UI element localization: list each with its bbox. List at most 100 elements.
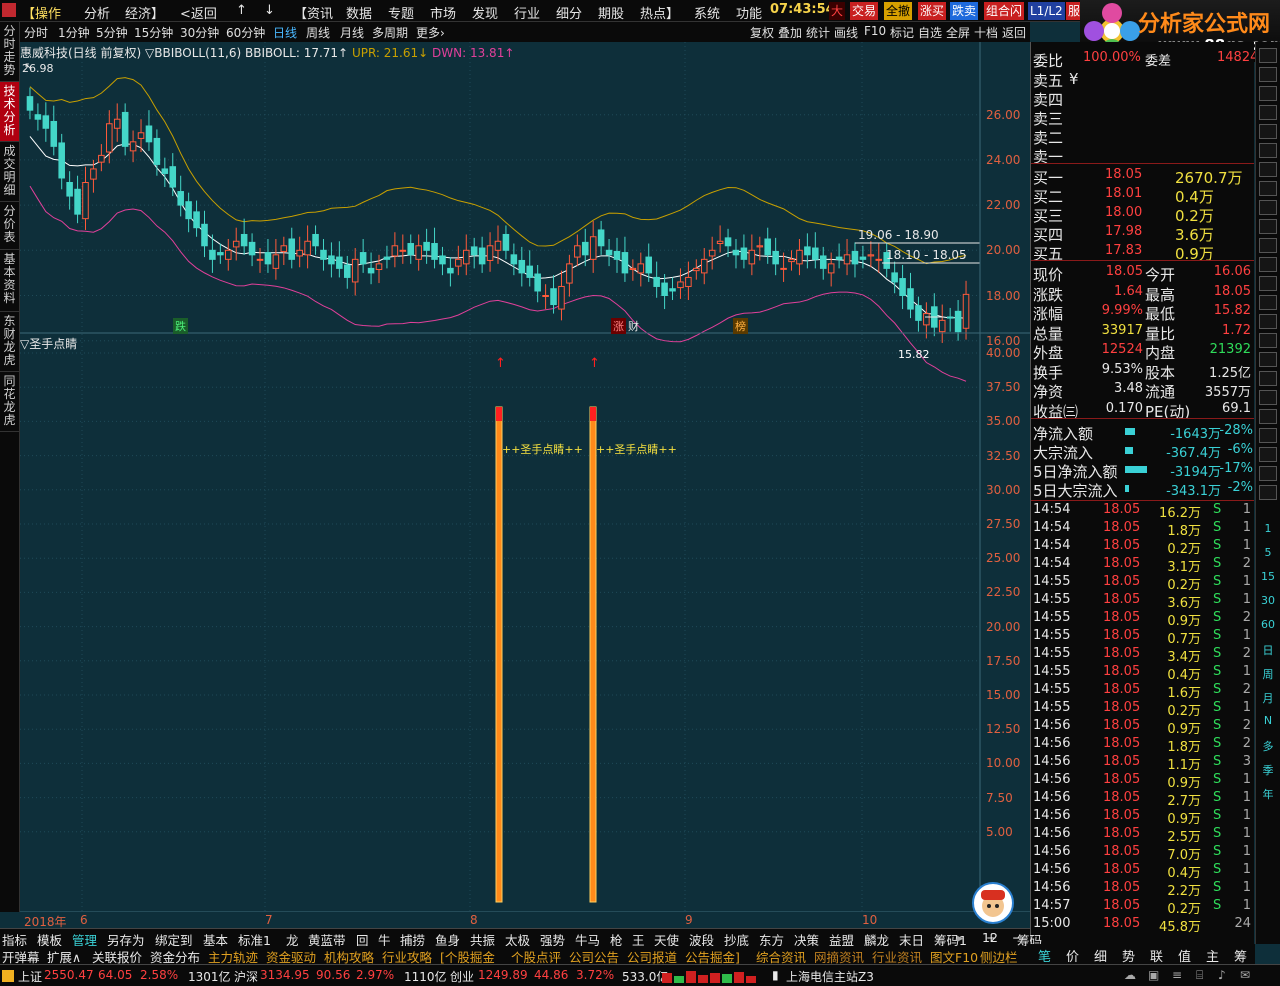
signal-bar[interactable]: ↑: [495, 356, 506, 903]
candle[interactable]: [938, 304, 946, 343]
right-tab[interactable]: 价: [1066, 946, 1079, 965]
period-shortcut[interactable]: 多: [1259, 738, 1277, 754]
tab-ths-dragon-tiger[interactable]: 同花龙虎: [0, 372, 19, 432]
bid-row[interactable]: 买二 18.01 0.4万: [1033, 186, 1253, 206]
candle[interactable]: [764, 227, 771, 264]
bid-row[interactable]: 买一 18.05 2670.7万: [1033, 167, 1253, 187]
scroll-right-icon[interactable]: ▸: [957, 930, 963, 945]
candle[interactable]: [58, 133, 65, 190]
candle[interactable]: [82, 166, 89, 230]
candle[interactable]: [700, 248, 708, 285]
rsi-icon[interactable]: [1259, 276, 1277, 291]
combo-flash-button[interactable]: 组合闪: [984, 2, 1025, 20]
candle[interactable]: [685, 261, 692, 301]
candle[interactable]: [653, 261, 660, 298]
candle[interactable]: [534, 264, 541, 303]
candle[interactable]: [542, 284, 549, 310]
right-tab[interactable]: 笔: [1038, 946, 1051, 965]
candle[interactable]: [708, 236, 716, 270]
menu-news[interactable]: 【资讯: [294, 3, 333, 22]
candle[interactable]: [732, 239, 740, 269]
bell-icon[interactable]: [1259, 409, 1277, 424]
event-tag-finance[interactable]: 财: [628, 318, 639, 334]
menu-back[interactable]: <返回: [180, 3, 217, 22]
candle[interactable]: [946, 307, 954, 332]
candle[interactable]: [597, 220, 605, 255]
candle[interactable]: [835, 243, 843, 269]
candle[interactable]: [804, 233, 811, 269]
candle[interactable]: [558, 270, 565, 321]
period-tab-intraday[interactable]: 分时: [24, 24, 48, 41]
candle[interactable]: [169, 153, 177, 197]
candle[interactable]: [217, 243, 224, 264]
zoom-in-button[interactable]: +: [986, 930, 996, 945]
candle[interactable]: [431, 227, 438, 269]
candle[interactable]: [716, 225, 724, 253]
tool-mark[interactable]: 标记: [890, 24, 914, 41]
event-tag-list[interactable]: 榜: [733, 318, 748, 334]
candle[interactable]: [772, 237, 779, 276]
period-shortcut[interactable]: 60: [1259, 618, 1277, 631]
pen-icon[interactable]: [1259, 181, 1277, 196]
candle[interactable]: [661, 274, 668, 310]
ask-row[interactable]: 卖三: [1033, 108, 1253, 128]
server-name[interactable]: 上海电信主站Z3: [786, 968, 874, 985]
chat-icon[interactable]: ✉: [1240, 968, 1250, 982]
candle[interactable]: [851, 242, 859, 278]
tool-fullscreen[interactable]: 全屏: [946, 24, 970, 41]
chart-area[interactable]: ↑ ↑ ↖ 惠威科技(日线 前复权) ▽BBIBOLL(11,6) BBIBOLL…: [20, 42, 1030, 929]
rsi2-icon[interactable]: [1259, 390, 1277, 405]
candle[interactable]: [34, 103, 42, 131]
move2-icon[interactable]: [1259, 428, 1277, 443]
period-tab-monthly[interactable]: 月线: [340, 24, 364, 41]
candle[interactable]: [574, 234, 581, 267]
candle[interactable]: [899, 264, 906, 310]
candle[interactable]: [748, 234, 756, 276]
cy-index-label[interactable]: 创业: [450, 968, 474, 985]
period-tab-1min[interactable]: 1分钟: [58, 24, 90, 41]
candle[interactable]: [225, 239, 232, 271]
tool-return[interactable]: 返回: [1002, 24, 1026, 41]
bar-icon[interactable]: [1259, 143, 1277, 158]
event-tag-fall[interactable]: 跌: [173, 318, 188, 334]
candle[interactable]: [121, 103, 129, 156]
candle[interactable]: [526, 250, 534, 287]
period-shortcut[interactable]: 15: [1259, 570, 1277, 583]
candle[interactable]: [423, 228, 430, 264]
period-shortcut[interactable]: 日: [1259, 642, 1277, 658]
tab-intraday-trend[interactable]: 分时走势: [0, 22, 19, 82]
candle[interactable]: [201, 210, 208, 258]
candle[interactable]: [502, 225, 510, 260]
tool-ten-levels[interactable]: 十档: [974, 24, 998, 41]
candle[interactable]: [407, 234, 415, 264]
menu-system[interactable]: 系统: [694, 3, 720, 22]
period-tab-60min[interactable]: 60分钟: [226, 24, 265, 41]
sz-index-label[interactable]: 沪深: [234, 968, 258, 985]
candle[interactable]: [756, 236, 764, 261]
bid-row[interactable]: 买四 17.98 3.6万: [1033, 224, 1253, 244]
candle[interactable]: [256, 248, 264, 273]
fiz-icon[interactable]: [1259, 257, 1277, 272]
trade-button[interactable]: 交易: [850, 2, 879, 20]
candle[interactable]: [827, 252, 835, 287]
candle[interactable]: [359, 239, 367, 273]
candle[interactable]: [677, 268, 684, 299]
candle[interactable]: [494, 225, 502, 264]
candle[interactable]: [288, 227, 296, 269]
menu-analysis[interactable]: 分析: [84, 3, 110, 22]
period-shortcut[interactable]: 30: [1259, 594, 1277, 607]
power-icon[interactable]: [1259, 352, 1277, 367]
menu-futures[interactable]: 期股: [598, 3, 624, 22]
candle[interactable]: [296, 236, 303, 268]
candle[interactable]: [637, 252, 645, 287]
tool-draw[interactable]: 画线: [834, 24, 858, 41]
zoom-out-button[interactable]: −: [1012, 930, 1022, 945]
level-button[interactable]: L1/L2: [1028, 2, 1065, 20]
tab-basic-info[interactable]: 基本资料: [0, 250, 19, 312]
right-tab[interactable]: 主: [1206, 946, 1219, 965]
right-tab[interactable]: 联: [1150, 946, 1163, 965]
candle[interactable]: [962, 280, 970, 340]
candle[interactable]: [812, 232, 819, 269]
bid-row[interactable]: 买三 18.00 0.2万: [1033, 205, 1253, 225]
candle[interactable]: [843, 239, 851, 276]
